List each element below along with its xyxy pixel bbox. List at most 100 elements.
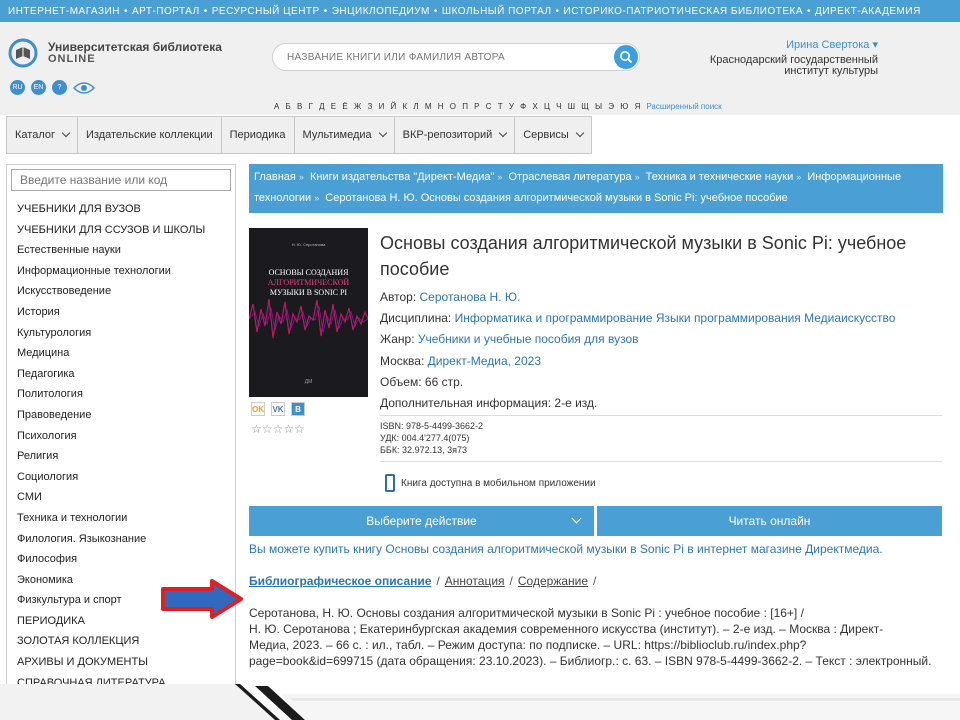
sidebar-category-item[interactable]: УЧЕБНИКИ ДЛЯ ССУЗОВ И ШКОЛЫ [17, 220, 235, 241]
meta-extra: Дополнительная информация: 2-е изд. [380, 395, 598, 410]
tab-bibliographic[interactable]: Библиографическое описание [249, 574, 431, 588]
sidebar-category-item[interactable]: Психология [17, 426, 235, 447]
sidebar-category-item[interactable]: Правоведение [17, 405, 235, 426]
sidebar-category-item[interactable]: Филология. Языкознание [17, 529, 235, 550]
topbar-link-encyclopedia[interactable]: ЭНЦИКЛОПЕДИУМ [332, 6, 430, 17]
nav-item-label: Мультимедиа [302, 129, 372, 141]
tab-separator: / [593, 574, 597, 588]
sidebar-category-item[interactable]: УЧЕБНИКИ ДЛЯ ВУЗОВ [17, 199, 235, 220]
read-online-button[interactable]: Читать онлайн [597, 506, 942, 536]
search-icon[interactable] [614, 45, 638, 69]
rating-stars[interactable]: ☆☆☆☆☆ [251, 422, 305, 436]
breadcrumb-tech[interactable]: Техника и технические науки [646, 171, 794, 183]
catalog-sidebar: УЧЕБНИКИ ДЛЯ ВУЗОВУЧЕБНИКИ ДЛЯ ССУЗОВ И … [6, 164, 236, 720]
nav-item[interactable]: Каталог [6, 116, 78, 154]
udk: УДК: 004.4'277.4(075) [380, 433, 470, 443]
sidebar-category-item[interactable]: Педагогика [17, 364, 235, 385]
main-search-box [272, 43, 640, 71]
site-logo[interactable]: Университетская библиотека ONLINE [8, 38, 222, 68]
breadcrumb-publisher[interactable]: Книги издательства "Директ-Медиа" [310, 171, 494, 183]
book-cover[interactable]: Н. Ю. Серотанова ОСНОВЫ СОЗДАНИЯ АЛГОРИТ… [249, 228, 368, 397]
meta-publisher-link[interactable]: Директ-Медиа, 2023 [428, 354, 541, 368]
breadcrumb-it-cont[interactable]: технологии [254, 192, 311, 204]
advanced-search-link[interactable]: Расширенный поиск [646, 102, 721, 111]
breadcrumb-home[interactable]: Главная [254, 171, 296, 183]
breadcrumb-current: Серотанова Н. Ю. Основы создания алгорит… [325, 192, 788, 204]
topbar-separator: • [807, 5, 812, 17]
buy-book-link[interactable]: Вы можете купить книгу Основы создания а… [249, 542, 883, 556]
share-ok-icon[interactable]: OK [251, 402, 265, 416]
choose-action-dropdown[interactable]: Выберите действие [249, 506, 594, 536]
sidebar-category-item[interactable]: Искусствоведение [17, 281, 235, 302]
meta-author-link[interactable]: Серотанова Н. Ю. [420, 290, 521, 304]
tab-contents[interactable]: Содержание [518, 574, 588, 588]
user-name-menu[interactable]: Ирина Свертока ▾ [678, 40, 878, 51]
topbar-link-art[interactable]: АРТ-ПОРТАЛ [132, 6, 200, 17]
sidebar-category-item[interactable]: Социология [17, 467, 235, 488]
topbar-separator: • [433, 5, 438, 17]
meta-discipline-link[interactable]: Информатика и программирование Языки про… [455, 311, 896, 325]
sidebar-category-item[interactable]: Культурология [17, 323, 235, 344]
sidebar-category-item[interactable]: Техника и технологии [17, 508, 235, 529]
breadcrumb-separator: » [497, 172, 503, 182]
share-vk-icon[interactable]: VK [271, 402, 285, 416]
share-b-icon[interactable]: B [291, 402, 305, 416]
cover-publisher: ДМ [304, 379, 313, 385]
breadcrumb-it[interactable]: Информационные [807, 171, 901, 183]
topbar-link-resource[interactable]: РЕСУРСНЫЙ ЦЕНТР [212, 6, 320, 17]
sidebar-category-item[interactable]: Философия [17, 549, 235, 570]
nav-item-label: Периодика [229, 129, 286, 141]
share-buttons: OK VK B [251, 402, 305, 416]
biblio-line: Медиа, 2023. – 66 с. : ил., табл. – Режи… [249, 638, 807, 652]
topbar-link-library[interactable]: ИСТОРИКО-ПАТРИОТИЧЕСКАЯ БИБЛИОТЕКА [564, 6, 803, 17]
nav-item-label: Сервисы [523, 129, 569, 141]
alphabet-letters[interactable]: А Б В Г Д Е Ё Ж З И Й К Л М Н О П Р С Т … [274, 102, 642, 111]
topbar-link-shop[interactable]: ИНТЕРНЕТ-МАГАЗИН [8, 6, 120, 17]
sidebar-category-item[interactable]: История [17, 302, 235, 323]
sidebar-category-item[interactable]: Политология [17, 384, 235, 405]
logo-subtitle: ONLINE [48, 53, 96, 65]
sidebar-category-item[interactable]: Информационные технологии [17, 261, 235, 282]
chevron-down-icon [575, 128, 585, 138]
sidebar-search-input[interactable] [12, 170, 230, 190]
nav-item[interactable]: Периодика [221, 116, 295, 154]
meta-discipline-row: Дисциплина: Информатика и программирован… [380, 308, 940, 329]
sidebar-category-item[interactable]: ЗОЛОТАЯ КОЛЛЕКЦИЯ [17, 631, 235, 652]
nav-item[interactable]: Издательские коллекции [78, 116, 222, 154]
isbn: ISBN: 978-5-4499-3662-2 [380, 421, 484, 431]
accessibility-eye-icon[interactable] [72, 81, 96, 95]
sidebar-category-item[interactable]: АРХИВЫ И ДОКУМЕНТЫ [17, 652, 235, 673]
sidebar-search-box [11, 169, 231, 191]
meta-discipline-label: Дисциплина: [380, 311, 452, 326]
sidebar-category-item[interactable]: СМИ [17, 487, 235, 508]
topbar-link-school[interactable]: ШКОЛЬНЫЙ ПОРТАЛ [442, 6, 552, 17]
nav-item[interactable]: Сервисы [515, 116, 592, 154]
sidebar-category-item[interactable]: Религия [17, 446, 235, 467]
meta-genre-link[interactable]: Учебники и учебные пособия для вузов [418, 332, 639, 346]
nav-item[interactable]: ВКР-репозиторий [394, 116, 516, 154]
cover-title-line: ОСНОВЫ СОЗДАНИЯ [268, 268, 349, 277]
help-button[interactable]: ? [52, 80, 67, 95]
sidebar-category-item[interactable]: Медицина [17, 343, 235, 364]
chevron-down-icon [571, 513, 582, 524]
tab-annotation[interactable]: Аннотация [445, 574, 505, 588]
main-search-input[interactable] [273, 44, 593, 70]
lang-en-button[interactable]: EN [31, 80, 46, 95]
sidebar-category-item[interactable]: Естественные науки [17, 240, 235, 261]
book-title: Основы создания алгоритмической музыки в… [380, 233, 907, 279]
biblio-line: page=book&id=699715 (дата обращения: 23.… [249, 654, 932, 668]
topbar-separator: • [123, 5, 128, 17]
breadcrumb-line-1: Главная » Книги издательства "Директ-Меди… [254, 167, 938, 188]
lang-ru-button[interactable]: RU [10, 80, 25, 95]
topbar-link-academy[interactable]: ДИРЕКТ-АКАДЕМИЯ [815, 6, 921, 17]
breadcrumb-branch[interactable]: Отраслевая литература [508, 171, 631, 183]
read-online-label: Читать онлайн [728, 514, 811, 528]
mobile-app-note[interactable]: Книга доступна в мобильном приложении [385, 474, 596, 492]
nav-item[interactable]: Мультимедиа [294, 116, 395, 154]
divider [380, 461, 942, 462]
breadcrumb-line-2: технологии» Серотанова Н. Ю. Основы созд… [254, 188, 938, 209]
book-meta: Автор: Серотанова Н. Ю. Дисциплина: Инфо… [380, 287, 940, 414]
cover-waveform-graphic [249, 298, 368, 339]
top-portal-bar: ИНТЕРНЕТ-МАГАЗИН • АРТ-ПОРТАЛ • РЕСУРСНЫЙ … [0, 0, 960, 22]
topbar-separator: • [323, 5, 328, 17]
